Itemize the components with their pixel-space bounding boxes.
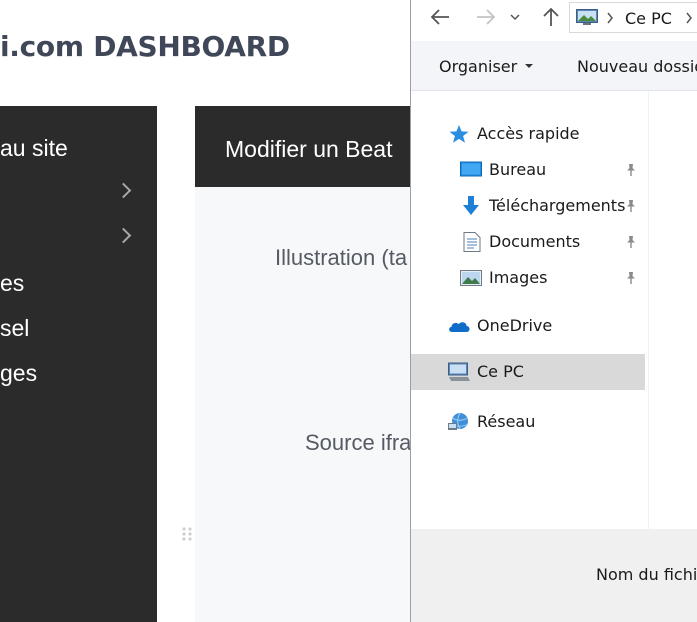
new-folder-button[interactable]: Nouveau dossie	[577, 57, 697, 76]
document-icon	[463, 232, 481, 252]
navigation-bar: Ce PC	[411, 0, 697, 35]
download-icon	[463, 196, 479, 215]
forward-button[interactable]	[473, 4, 499, 30]
file-explorer-dialog: Ce PC Organiser Nouveau dossie Accès rap…	[410, 0, 697, 622]
tree-item-telechargements[interactable]: Téléchargements	[411, 188, 645, 224]
chevron-right-icon[interactable]	[115, 227, 132, 244]
computer-icon	[576, 9, 598, 25]
pin-icon	[627, 236, 635, 248]
arrow-left-icon	[430, 9, 449, 25]
command-toolbar: Organiser Nouveau dossie	[411, 41, 697, 91]
tree-label-onedrive: OneDrive	[477, 316, 553, 335]
filename-label: Nom du fichi	[596, 565, 697, 584]
tree-label-ce-pc: Ce PC	[477, 362, 524, 381]
pane-splitter[interactable]	[648, 91, 649, 529]
up-button[interactable]	[538, 4, 564, 30]
pin-icon	[627, 164, 635, 176]
arrow-up-icon	[543, 7, 559, 26]
tree-item-reseau[interactable]: Réseau	[411, 404, 645, 440]
tree-item-ce-pc[interactable]: Ce PC	[411, 354, 645, 390]
recent-locations-button[interactable]	[507, 4, 523, 30]
tree-item-images[interactable]: Images	[411, 260, 645, 296]
desktop-icon	[460, 161, 482, 177]
drag-handle-icon[interactable]	[181, 526, 193, 542]
chevron-right-icon	[607, 12, 613, 24]
pin-icon	[627, 200, 635, 212]
panel-header: Modifier un Beat	[195, 106, 425, 187]
address-bar[interactable]: Ce PC	[569, 2, 697, 33]
chevron-down-icon	[510, 14, 520, 21]
chevron-right-icon	[686, 12, 692, 24]
dashboard-title: i.com DASHBOARD	[0, 30, 290, 63]
navigation-pane: Accès rapide Bureau Téléchargements Docu…	[411, 91, 649, 529]
caret-down-icon	[525, 64, 533, 68]
panel-title: Modifier un Beat	[225, 136, 393, 162]
sidebar-link-site[interactable]: au site	[0, 135, 68, 162]
images-icon	[460, 270, 482, 286]
tree-label-quick-access: Accès rapide	[477, 124, 580, 143]
tree-label-images: Images	[489, 268, 548, 287]
chevron-right-icon[interactable]	[115, 182, 132, 199]
cloud-icon	[449, 322, 470, 332]
arrow-right-icon	[477, 9, 496, 25]
tree-item-quick-access[interactable]: Accès rapide	[411, 116, 645, 152]
tree-item-documents[interactable]: Documents	[411, 224, 645, 260]
organize-button[interactable]: Organiser	[439, 57, 517, 76]
back-button[interactable]	[427, 4, 453, 30]
tree-item-onedrive[interactable]: OneDrive	[411, 308, 645, 344]
source-iframe-label: Source ifra	[305, 430, 412, 455]
tree-label-reseau: Réseau	[477, 412, 536, 431]
tree-item-bureau[interactable]: Bureau	[411, 152, 645, 188]
breadcrumb-ce-pc[interactable]: Ce PC	[625, 9, 672, 28]
tree-label-bureau: Bureau	[489, 160, 547, 179]
tree-label-telechargements: Téléchargements	[489, 196, 626, 215]
sidebar-link-6[interactable]: ges	[0, 360, 37, 387]
sidebar-link-5[interactable]: sel	[0, 315, 29, 342]
dashboard-sidebar: au site es sel ges	[0, 106, 157, 622]
dialog-footer: Nom du fichi	[411, 529, 697, 622]
tree-label-documents: Documents	[489, 232, 581, 251]
pin-icon	[627, 272, 635, 284]
edit-beat-panel: Modifier un Beat Illustration (ta Source…	[195, 106, 425, 622]
computer-icon	[448, 362, 470, 381]
illustration-label: Illustration (ta	[275, 245, 408, 270]
network-icon	[448, 412, 469, 430]
sidebar-link-4[interactable]: es	[0, 270, 24, 297]
star-icon	[449, 125, 469, 143]
